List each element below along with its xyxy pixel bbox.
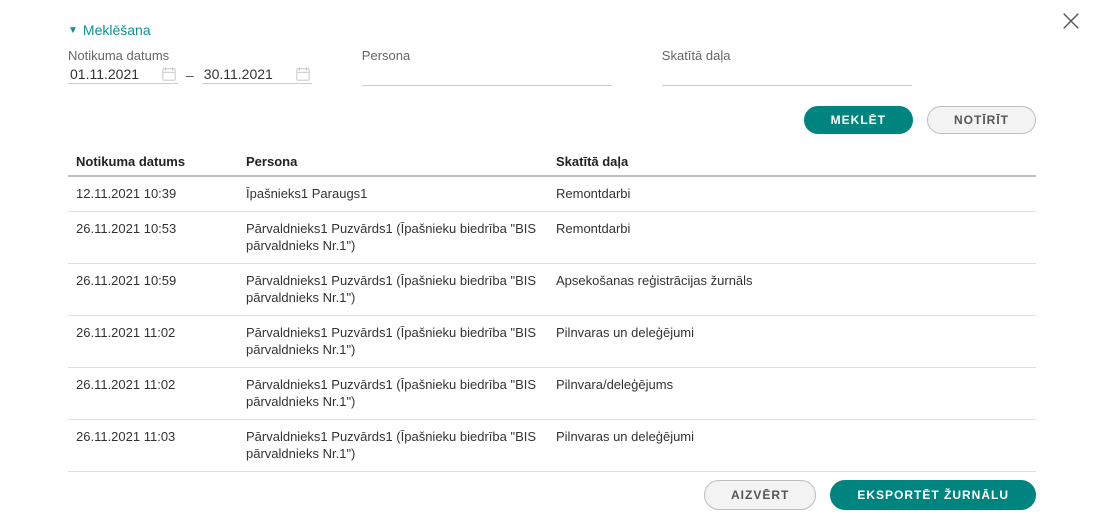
results-table: Notikuma datums Persona Skatītā daļa 12.…	[68, 148, 1036, 472]
date-filter-label: Notikuma datums	[68, 48, 312, 63]
section-filter: Skatītā daļa	[662, 48, 912, 86]
cell-date: 26.11.2021 11:03	[68, 419, 238, 471]
date-range-separator: –	[186, 67, 194, 83]
clear-button[interactable]: NOTĪRĪT	[927, 106, 1036, 134]
cell-person: Pārvaldnieks1 Puzvārds1 (Īpašnieku biedr…	[238, 367, 548, 419]
cell-date: 26.11.2021 11:02	[68, 367, 238, 419]
cell-section: Pilnvaras un deleģējumi	[548, 419, 1036, 471]
cell-person: Īpašnieks1 Paraugs1	[238, 176, 548, 211]
cell-section: Remontdarbi	[548, 176, 1036, 211]
table-row[interactable]: 26.11.2021 11:02Pārvaldnieks1 Puzvārds1 …	[68, 315, 1036, 367]
cell-date: 12.11.2021 10:39	[68, 176, 238, 211]
table-row[interactable]: 26.11.2021 10:59Pārvaldnieks1 Puzvārds1 …	[68, 263, 1036, 315]
close-icon	[1060, 10, 1082, 32]
cell-date: 26.11.2021 10:59	[68, 263, 238, 315]
date-from-value: 01.11.2021	[70, 66, 139, 82]
search-panel-toggle[interactable]: ▼ Meklēšana	[68, 22, 1036, 38]
cell-section: Remontdarbi	[548, 211, 1036, 263]
person-filter: Persona	[362, 48, 612, 86]
cell-section: Pilnvaras un deleģējumi	[548, 315, 1036, 367]
cell-section: Pilnvara/deleģējums	[548, 367, 1036, 419]
cell-person: Pārvaldnieks1 Puzvārds1 (Īpašnieku biedr…	[238, 211, 548, 263]
filter-buttons: MEKLĒT NOTĪRĪT	[68, 106, 1036, 134]
cell-person: Pārvaldnieks1 Puzvārds1 (Īpašnieku biedr…	[238, 419, 548, 471]
col-person-header[interactable]: Persona	[238, 148, 548, 176]
calendar-icon	[296, 67, 310, 81]
cell-person: Pārvaldnieks1 Puzvārds1 (Īpašnieku biedr…	[238, 263, 548, 315]
footer-buttons: AIZVĒRT EKSPORTĒT ŽURNĀLU	[704, 480, 1036, 510]
person-input[interactable]	[362, 65, 612, 86]
close-button[interactable]	[1060, 10, 1082, 37]
col-section-header[interactable]: Skatītā daļa	[548, 148, 1036, 176]
date-from-input[interactable]: 01.11.2021	[68, 65, 178, 84]
date-to-value: 30.11.2021	[204, 66, 273, 82]
cell-date: 26.11.2021 11:02	[68, 315, 238, 367]
table-row[interactable]: 26.11.2021 11:02Pārvaldnieks1 Puzvārds1 …	[68, 367, 1036, 419]
cell-person: Pārvaldnieks1 Puzvārds1 (Īpašnieku biedr…	[238, 315, 548, 367]
table-row[interactable]: 26.11.2021 10:53Pārvaldnieks1 Puzvārds1 …	[68, 211, 1036, 263]
close-modal-button[interactable]: AIZVĒRT	[704, 480, 816, 510]
date-to-input[interactable]: 30.11.2021	[202, 65, 312, 84]
cell-date: 26.11.2021 10:53	[68, 211, 238, 263]
section-filter-label: Skatītā daļa	[662, 48, 912, 63]
search-panel-title: Meklēšana	[83, 22, 151, 38]
filters: Notikuma datums 01.11.2021 – 30.11.2021 …	[68, 48, 1036, 86]
person-filter-label: Persona	[362, 48, 612, 63]
search-button[interactable]: MEKLĒT	[804, 106, 913, 134]
date-range: 01.11.2021 – 30.11.2021	[68, 65, 312, 84]
export-journal-button[interactable]: EKSPORTĒT ŽURNĀLU	[830, 480, 1036, 510]
section-input[interactable]	[662, 65, 912, 86]
cell-section: Apsekošanas reģistrācijas žurnāls	[548, 263, 1036, 315]
table-row[interactable]: 12.11.2021 10:39Īpašnieks1 Paraugs1Remon…	[68, 176, 1036, 211]
calendar-icon	[162, 67, 176, 81]
col-date-header[interactable]: Notikuma datums	[68, 148, 238, 176]
caret-down-icon: ▼	[68, 25, 78, 36]
date-filter: Notikuma datums 01.11.2021 – 30.11.2021	[68, 48, 312, 86]
table-row[interactable]: 26.11.2021 11:03Pārvaldnieks1 Puzvārds1 …	[68, 419, 1036, 471]
